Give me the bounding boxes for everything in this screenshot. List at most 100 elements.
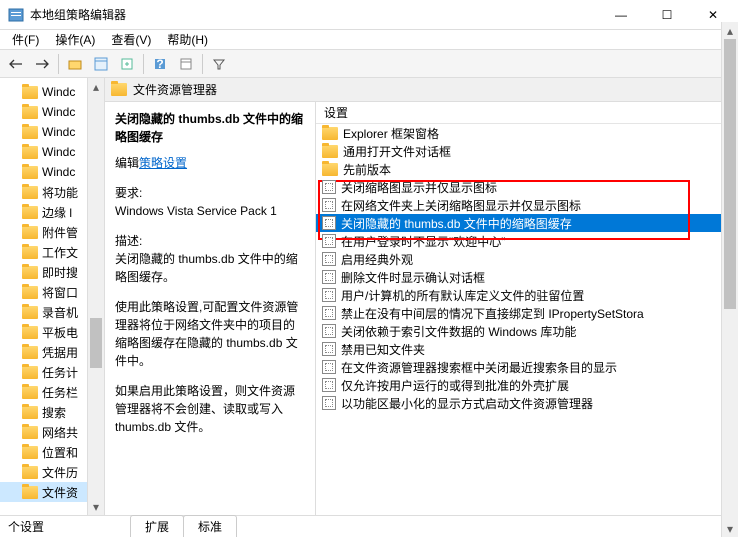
tree-item-label: 任务栏 — [42, 384, 78, 401]
app-icon — [8, 7, 24, 23]
folder-icon — [22, 326, 38, 339]
forward-button[interactable] — [30, 52, 54, 76]
folder-icon — [22, 246, 38, 259]
list-item[interactable]: 用户/计算机的所有默认库定义文件的驻留位置 — [316, 286, 738, 304]
list-scroll-thumb[interactable] — [724, 102, 736, 309]
list-column-header[interactable]: 设置 — [316, 102, 738, 124]
tree-item-label: Windc — [42, 125, 75, 139]
tab-extended[interactable]: 扩展 — [130, 515, 184, 537]
list-item[interactable]: 通用打开文件对话框 — [316, 142, 738, 160]
tab-standard[interactable]: 标准 — [183, 515, 237, 537]
policy-icon — [322, 270, 336, 284]
tree-item-label: 任务计 — [42, 364, 78, 381]
list-item[interactable]: 以功能区最小化的显示方式启动文件资源管理器 — [316, 394, 738, 412]
titlebar: 本地组策略编辑器 — ☐ ✕ — [0, 0, 738, 30]
path-header: 文件资源管理器 — [105, 78, 738, 102]
scroll-down-icon[interactable]: ▾ — [88, 498, 104, 515]
policy-icon — [322, 342, 336, 356]
content-area: WindcWindcWindcWindcWindc将功能边缘 l附件管工作文即时… — [0, 78, 738, 515]
toolbar-help-button[interactable]: ? — [148, 52, 172, 76]
tree-item-label: Windc — [42, 85, 75, 99]
list-item[interactable]: 在文件资源管理器搜索框中关闭最近搜索条目的显示 — [316, 358, 738, 376]
list-item-label: 启用经典外观 — [341, 251, 413, 268]
list-item[interactable]: 仅允许按用户运行的或得到批准的外壳扩展 — [316, 376, 738, 394]
menu-help[interactable]: 帮助(H) — [159, 29, 216, 50]
folder-icon — [22, 166, 38, 179]
policy-icon — [322, 252, 336, 266]
list-item-label: 关闭缩略图显示并仅显示图标 — [341, 179, 497, 196]
minimize-button[interactable]: — — [598, 0, 644, 30]
tree-scrollbar[interactable]: ▴ ▾ — [87, 78, 104, 515]
list-scrollbar[interactable]: ▴ ▾ — [721, 102, 738, 515]
list-item[interactable]: 关闭缩略图显示并仅显示图标 — [316, 178, 738, 196]
tree-pane[interactable]: WindcWindcWindcWindcWindc将功能边缘 l附件管工作文即时… — [0, 78, 105, 515]
list-body[interactable]: Explorer 框架窗格通用打开文件对话框先前版本关闭缩略图显示并仅显示图标在… — [316, 124, 738, 515]
folder-icon — [22, 226, 38, 239]
list-item[interactable]: 删除文件时显示确认对话框 — [316, 268, 738, 286]
tree-item-label: Windc — [42, 105, 75, 119]
description-text: 如果启用此策略设置，则文件资源管理器将不会创建、读取或写入 thumbs.db … — [115, 382, 305, 436]
list-item[interactable]: 在用户登录时不显示"欢迎中心" — [316, 232, 738, 250]
policy-icon — [322, 306, 336, 320]
list-item[interactable]: 关闭隐藏的 thumbs.db 文件中的缩略图缓存 — [316, 214, 738, 232]
main-pane: 文件资源管理器 关闭隐藏的 thumbs.db 文件中的缩略图缓存 编辑策略设置… — [105, 78, 738, 515]
scroll-up-icon[interactable]: ▴ — [88, 78, 104, 95]
policy-icon — [322, 378, 336, 392]
list-item-label: 用户/计算机的所有默认库定义文件的驻留位置 — [341, 287, 584, 304]
toolbar-export-button[interactable] — [115, 52, 139, 76]
menu-action[interactable]: 操作(A) — [47, 29, 103, 50]
folder-icon — [22, 126, 38, 139]
policy-title: 关闭隐藏的 thumbs.db 文件中的缩略图缓存 — [115, 110, 305, 146]
policy-icon — [322, 234, 336, 248]
description-label: 描述: — [115, 232, 305, 250]
list-item-label: 禁用已知文件夹 — [341, 341, 425, 358]
list-item-label: 先前版本 — [343, 161, 391, 178]
list-item[interactable]: 关闭依赖于索引文件数据的 Windows 库功能 — [316, 322, 738, 340]
tree-item-label: 搜索 — [42, 404, 66, 421]
toolbar: ? — [0, 50, 738, 78]
back-button[interactable] — [4, 52, 28, 76]
list-item-label: 通用打开文件对话框 — [343, 143, 451, 160]
tabs-bar: 扩展 标准 — [0, 515, 738, 537]
folder-icon — [22, 286, 38, 299]
requirements-label: 要求: — [115, 184, 305, 202]
tree-item-label: 文件资 — [42, 484, 78, 501]
list-item[interactable]: 禁用已知文件夹 — [316, 340, 738, 358]
toolbar-filter-button[interactable] — [207, 52, 231, 76]
menu-view[interactable]: 查看(V) — [103, 29, 159, 50]
policy-icon — [322, 288, 336, 302]
folder-icon — [22, 366, 38, 379]
policy-icon — [322, 360, 336, 374]
tree-scroll-thumb[interactable] — [90, 318, 102, 368]
tree-item-label: 边缘 l — [42, 204, 72, 221]
folder-icon — [22, 266, 38, 279]
tree-item-label: 平板电 — [42, 324, 78, 341]
toolbar-refresh-button[interactable] — [174, 52, 198, 76]
description-text: 使用此策略设置,可配置文件资源管理器将位于网络文件夹中的项目的缩略图缓存在隐藏的… — [115, 298, 305, 370]
tree-item-label: 将功能 — [42, 184, 78, 201]
menu-file[interactable]: 件(F) — [4, 29, 47, 50]
requirements-value: Windows Vista Service Pack 1 — [115, 202, 305, 220]
menu-bar: 件(F) 操作(A) 查看(V) 帮助(H) — [0, 30, 738, 50]
list-item-label: 关闭依赖于索引文件数据的 Windows 库功能 — [341, 323, 576, 340]
list-item[interactable]: 在网络文件夹上关闭缩略图显示并仅显示图标 — [316, 196, 738, 214]
folder-icon — [322, 127, 338, 140]
maximize-button[interactable]: ☐ — [644, 0, 690, 30]
folder-icon — [22, 386, 38, 399]
toolbar-open-button[interactable] — [63, 52, 87, 76]
list-item-label: 删除文件时显示确认对话框 — [341, 269, 485, 286]
policy-icon — [322, 396, 336, 410]
list-item[interactable]: 禁止在没有中间层的情况下直接绑定到 IPropertySetStora — [316, 304, 738, 322]
tree-item-label: 工作文 — [42, 244, 78, 261]
toolbar-list-button[interactable] — [89, 52, 113, 76]
policy-icon — [322, 198, 336, 212]
folder-icon — [22, 146, 38, 159]
edit-policy-link[interactable]: 策略设置 — [139, 156, 187, 170]
tree-item-label: 文件历 — [42, 464, 78, 481]
tree-item-label: 网络共 — [42, 424, 78, 441]
list-item[interactable]: Explorer 框架窗格 — [316, 124, 738, 142]
tree-item-label: Windc — [42, 145, 75, 159]
list-item[interactable]: 启用经典外观 — [316, 250, 738, 268]
list-item[interactable]: 先前版本 — [316, 160, 738, 178]
list-item-label: 仅允许按用户运行的或得到批准的外壳扩展 — [341, 377, 569, 394]
